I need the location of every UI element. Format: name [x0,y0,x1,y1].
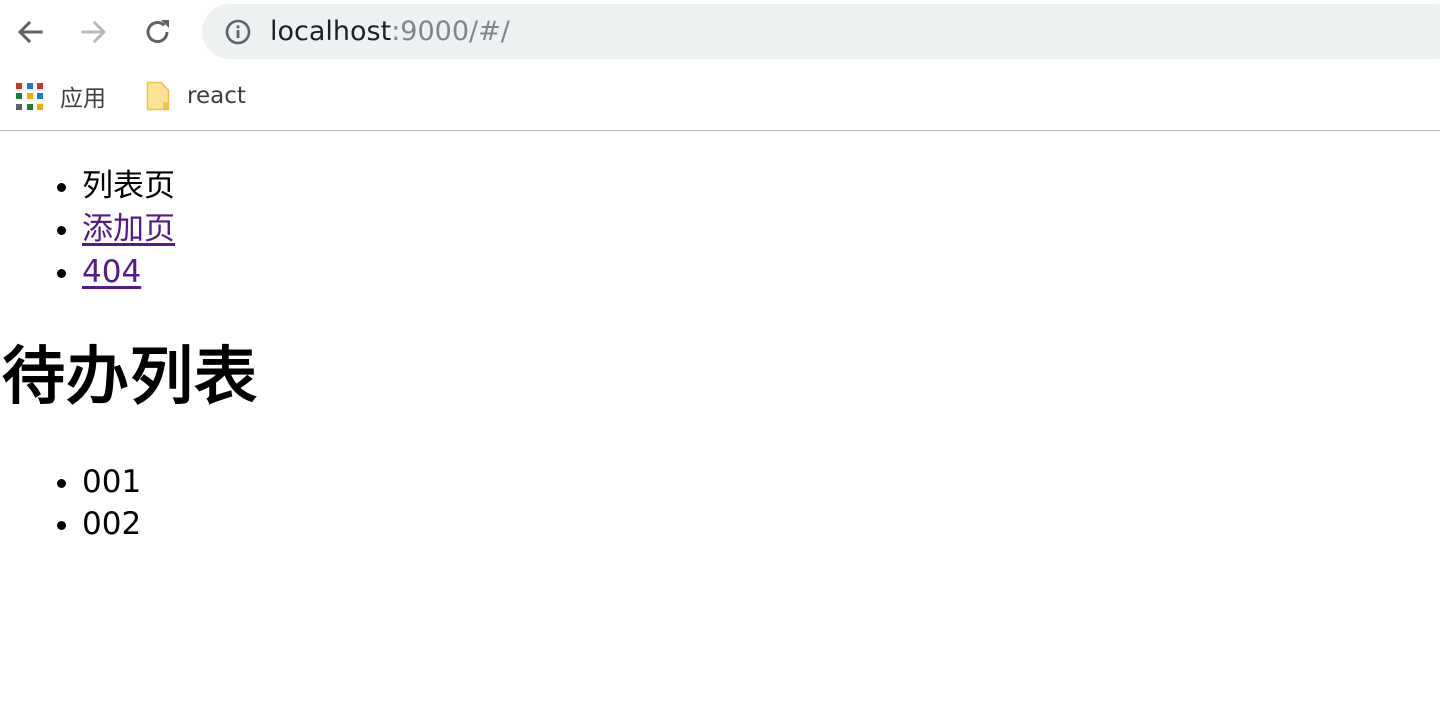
url-host: localhost [270,16,392,47]
url-path: :9000/#/ [391,16,510,47]
page-content: 列表页 添加页 404 待办列表 001 002 [0,131,1440,728]
info-icon[interactable] [224,18,252,46]
bookmark-apps-label: 应用 [60,86,106,112]
todo-item: 001 [82,461,141,503]
apps-grid-icon [16,82,43,110]
nav-list-label: 列表页 [82,168,175,204]
nav-list: 列表页 添加页 404 [0,165,175,294]
nav-add-link[interactable]: 添加页 [82,211,175,247]
browser-toolbar: localhost:9000/#/ [0,0,1440,64]
forward-arrow-icon [81,20,107,44]
page-title: 待办列表 [2,340,258,413]
folder-icon [146,81,170,111]
nav-item-add: 添加页 [82,208,175,251]
nav-item-list: 列表页 [82,165,175,208]
bookmark-react-label: react [187,83,246,109]
bookmark-react-folder[interactable]: react [146,78,246,114]
bookmark-apps[interactable]: 应用 [16,78,106,114]
todo-list: 001 002 [0,461,141,545]
todo-item: 002 [82,503,141,545]
nav-item-404: 404 [82,251,175,294]
reload-button[interactable] [138,12,178,52]
reload-icon [146,20,169,44]
bookmarks-bar: 应用 react [0,64,1440,131]
url-text[interactable]: localhost:9000/#/ [270,16,510,48]
back-button[interactable] [10,12,50,52]
forward-button[interactable] [74,12,114,52]
address-bar[interactable]: localhost:9000/#/ [202,4,1440,59]
back-arrow-icon [17,20,43,44]
nav-404-link[interactable]: 404 [82,254,141,290]
